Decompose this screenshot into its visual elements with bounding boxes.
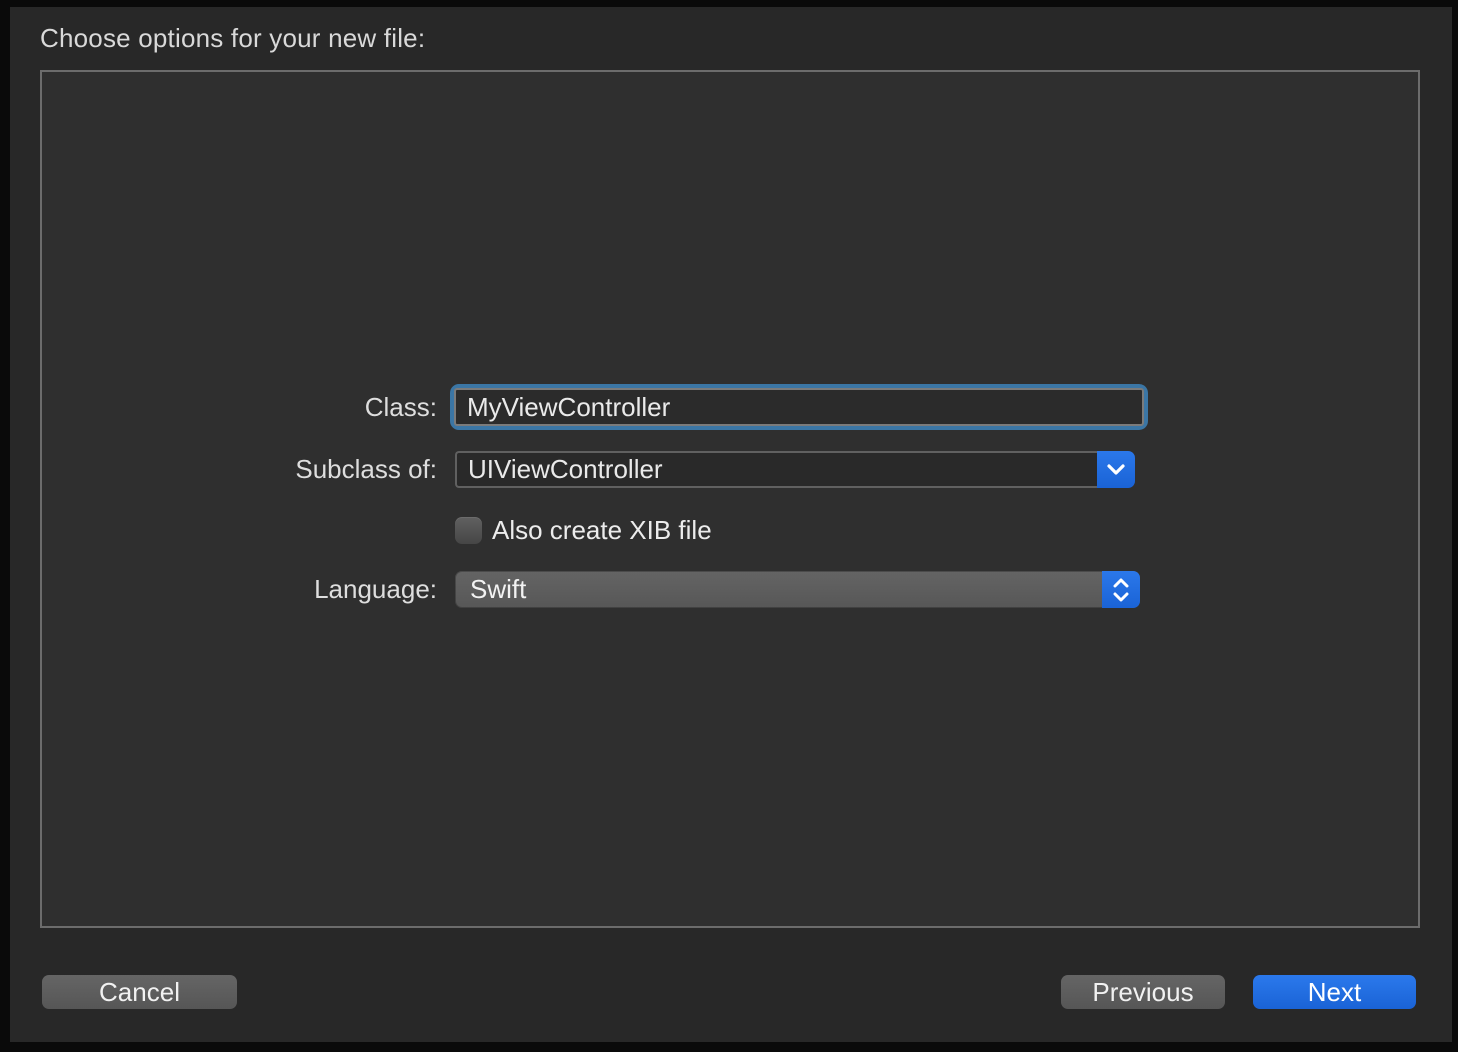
dialog-title: Choose options for your new file: <box>40 23 425 54</box>
chevron-down-icon <box>1112 591 1130 602</box>
class-input[interactable] <box>454 388 1144 426</box>
language-popup[interactable]: Swift <box>455 571 1140 608</box>
class-field-focus-ring <box>450 384 1148 430</box>
next-button[interactable]: Next <box>1253 975 1416 1009</box>
subclass-dropdown-button[interactable] <box>1097 451 1135 488</box>
chevron-up-icon <box>1112 578 1130 589</box>
language-stepper-button[interactable] <box>1102 571 1140 608</box>
language-value: Swift <box>455 571 1102 608</box>
previous-button[interactable]: Previous <box>1061 975 1225 1009</box>
subclass-input[interactable] <box>455 451 1097 488</box>
chevron-down-icon <box>1106 463 1126 477</box>
screen: Choose options for your new file: Class:… <box>0 0 1458 1052</box>
new-file-options-dialog: Choose options for your new file: Class:… <box>10 7 1452 1042</box>
xib-checkbox-label[interactable]: Also create XIB file <box>492 512 712 549</box>
options-panel <box>40 70 1420 928</box>
class-label: Class: <box>130 384 437 430</box>
language-label: Language: <box>130 571 437 608</box>
cancel-button[interactable]: Cancel <box>42 975 237 1009</box>
xib-checkbox[interactable] <box>455 517 482 544</box>
subclass-label: Subclass of: <box>130 451 437 488</box>
subclass-combobox <box>455 451 1135 488</box>
